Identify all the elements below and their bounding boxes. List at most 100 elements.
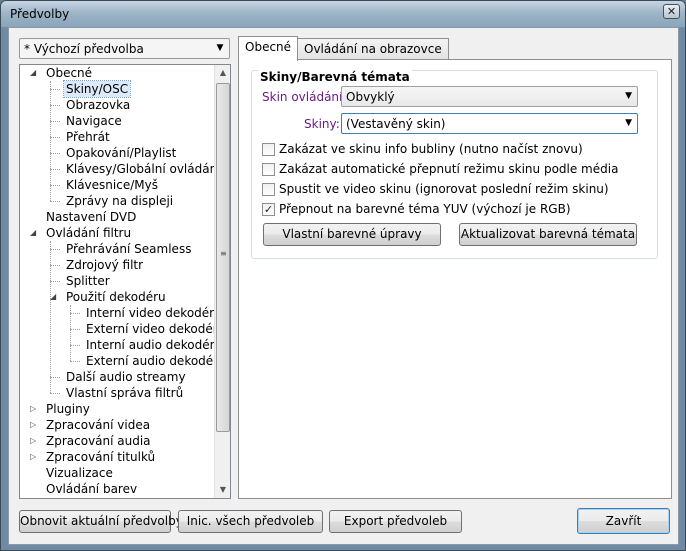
tab-panel: Skiny/Barevná témata Skin ovládání: Obvy… (238, 59, 672, 499)
tree-item-splitter[interactable]: Splitter (64, 273, 112, 289)
grip-icon: ≡ (220, 249, 227, 258)
tree-connector (50, 377, 60, 378)
tree-item-source-filter[interactable]: Zdrojový filtr (64, 257, 145, 273)
tree-connector (70, 329, 80, 330)
tab-general[interactable]: Obecné (238, 36, 299, 61)
tree-item-external-audio-decoder[interactable]: Externí audio dekodér (84, 353, 215, 369)
tree-connector (50, 393, 60, 394)
expand-right-icon[interactable]: ▷ (30, 433, 39, 449)
checkbox-label: Zakázat ve skinu info bubliny (nutno nač… (279, 142, 583, 156)
tree-item-dvd-settings[interactable]: Nastavení DVD (44, 209, 138, 225)
tree-connector (50, 153, 60, 154)
restore-presets-button[interactable]: Obnovit aktuální předvolby (19, 510, 183, 533)
tree-connector (50, 89, 60, 90)
tree-item-repeat-playlist[interactable]: Opakování/Playlist (64, 145, 178, 161)
skin-control-label: Skin ovládání: (262, 90, 347, 104)
chevron-down-icon: ▼ (216, 43, 224, 53)
tree-item-playback[interactable]: Přehrát (64, 129, 112, 145)
tree-item-plugins[interactable]: Pluginy (44, 401, 92, 417)
settings-tree[interactable]: ◢ Obecné Skiny/OSC Obrazovka Navigace Přehrát… (19, 64, 231, 499)
export-presets-button[interactable]: Export předvoleb (329, 510, 462, 533)
expand-down-icon[interactable]: ◢ (30, 65, 39, 81)
tree-connector (50, 281, 60, 282)
checkbox-label: Zakázat automatické přepnutí režimu skin… (279, 162, 619, 176)
scroll-down-button[interactable]: ▼ (215, 482, 231, 498)
tree-connector (70, 361, 80, 362)
button-label: Obnovit aktuální předvolby (20, 514, 183, 528)
title-bar[interactable]: Předvolby ✕ (1, 1, 685, 27)
tree-item-custom-filter-management[interactable]: Vlastní správa filtrů (64, 385, 185, 401)
tree-item-screen[interactable]: Obrazovka (64, 97, 132, 113)
expand-right-icon[interactable]: ▷ (30, 401, 39, 417)
preset-select[interactable]: * Výchozí předvolba ▼ (19, 38, 230, 59)
close-window-button[interactable]: ✕ (663, 4, 680, 19)
tree-item-subtitle-processing[interactable]: Zpracování titulků (44, 449, 157, 465)
chevron-down-icon: ▼ (219, 485, 227, 494)
close-icon: ✕ (666, 5, 677, 18)
tree-item-audio-processing[interactable]: Zpracování audia (44, 433, 153, 449)
expand-right-icon[interactable]: ▷ (30, 449, 39, 465)
expand-down-icon[interactable]: ◢ (30, 225, 39, 241)
button-label: Vlastní barevné úpravy (282, 227, 422, 241)
yuv-theme-checkbox[interactable]: ✓ Přepnout na barevné téma YUV (výchozí … (262, 202, 642, 218)
custom-colors-button[interactable]: Vlastní barevné úpravy (263, 223, 441, 246)
skins-value: (Vestavěný skin) (346, 117, 446, 131)
tree-scrollbar[interactable]: ▲ ≡ ▼ (214, 65, 230, 498)
tree-item-filter-control[interactable]: Ovládání filtru (44, 225, 133, 241)
tree-connector (70, 313, 80, 314)
skin-control-value: Obvyklý (346, 90, 395, 104)
tree-item-general[interactable]: Obecné (44, 65, 94, 81)
skins-select[interactable]: (Vestavěný skin) ▼ (341, 113, 638, 134)
skins-label: Skiny: (304, 117, 340, 131)
tree-item-navigation[interactable]: Navigace (64, 113, 124, 129)
tree-item-visualization[interactable]: Vizualizace (44, 465, 115, 481)
preset-select-value: * Výchozí předvolba (24, 42, 144, 56)
disable-tooltips-checkbox[interactable]: Zakázat ve skinu info bubliny (nutno nač… (262, 142, 642, 158)
checkbox-box[interactable] (262, 183, 275, 196)
expand-right-icon[interactable]: ▷ (30, 417, 39, 433)
checkbox-box[interactable] (262, 143, 275, 156)
scroll-thumb[interactable]: ≡ (216, 83, 230, 432)
checkbox-box[interactable]: ✓ (262, 203, 275, 216)
tab-onscreen-controls[interactable]: Ovládání na obrazovce (297, 38, 449, 60)
tree-connector (50, 265, 60, 266)
tree-item-color-control[interactable]: Ovládání barev (44, 481, 139, 497)
tree-item-osd-messages[interactable]: Zprávy na displeji (64, 193, 175, 209)
disable-auto-skin-switch-checkbox[interactable]: Zakázat automatické přepnutí režimu skin… (262, 162, 642, 178)
button-label: Aktualizovat barevná témata (460, 227, 636, 241)
skins-groupbox: Skiny/Barevná témata Skin ovládání: Obvy… (251, 70, 658, 259)
tree-connector (50, 201, 60, 202)
group-title: Skiny/Barevná témata (258, 70, 412, 84)
settings-tree-items: ◢ Obecné Skiny/OSC Obrazovka Navigace Přehrát… (20, 65, 215, 498)
dialog-body: * Výchozí předvolba ▼ ◢ Obecné Skiny/OSC Ob… (8, 27, 679, 545)
button-label: Inic. všech předvoleb (186, 514, 315, 528)
tree-item-seamless-playback[interactable]: Přehrávání Seamless (64, 241, 193, 257)
tree-item-internal-audio-decoder[interactable]: Interní audio dekodér (84, 337, 215, 353)
preferences-window: Předvolby ✕ * Výchozí předvolba ▼ ◢ Obecn… (0, 0, 686, 551)
expand-down-icon[interactable]: ◢ (50, 289, 59, 305)
checkmark-icon: ✓ (263, 203, 274, 216)
button-label: Export předvoleb (343, 514, 448, 528)
update-color-themes-button[interactable]: Aktualizovat barevná témata (459, 223, 637, 246)
init-all-presets-button[interactable]: Inic. všech předvoleb (178, 510, 323, 533)
tree-connector (50, 241, 51, 393)
tree-item-keys-global-control[interactable]: Klávesy/Globální ovládání (64, 161, 215, 177)
chevron-down-icon: ▼ (625, 91, 632, 101)
tree-connector (50, 137, 60, 138)
skin-control-select[interactable]: Obvyklý ▼ (341, 86, 638, 107)
tree-item-video-processing[interactable]: Zpracování videa (44, 417, 152, 433)
button-label: Zavřít (605, 514, 642, 528)
tree-item-external-video-decoder[interactable]: Externí video dekodér (84, 321, 215, 337)
tree-connector (70, 345, 80, 346)
tree-item-keyboard-mouse[interactable]: Klávesnice/Myš (64, 177, 160, 193)
tree-item-additional-audio-streams[interactable]: Další audio streamy (64, 369, 188, 385)
start-in-video-skin-checkbox[interactable]: Spustit ve video skinu (ignorovat posled… (262, 182, 642, 198)
checkbox-box[interactable] (262, 163, 275, 176)
close-button[interactable]: Zavřít (577, 508, 670, 534)
tree-connector (50, 81, 51, 201)
tab-label: Obecné (245, 40, 292, 54)
tree-item-decoder-usage[interactable]: Použití dekodéru (64, 289, 168, 305)
tree-item-skins-osc[interactable]: Skiny/OSC (62, 80, 132, 98)
scroll-up-button[interactable]: ▲ (215, 65, 231, 81)
tree-item-internal-video-decoder[interactable]: Interní video dekodér (84, 305, 215, 321)
